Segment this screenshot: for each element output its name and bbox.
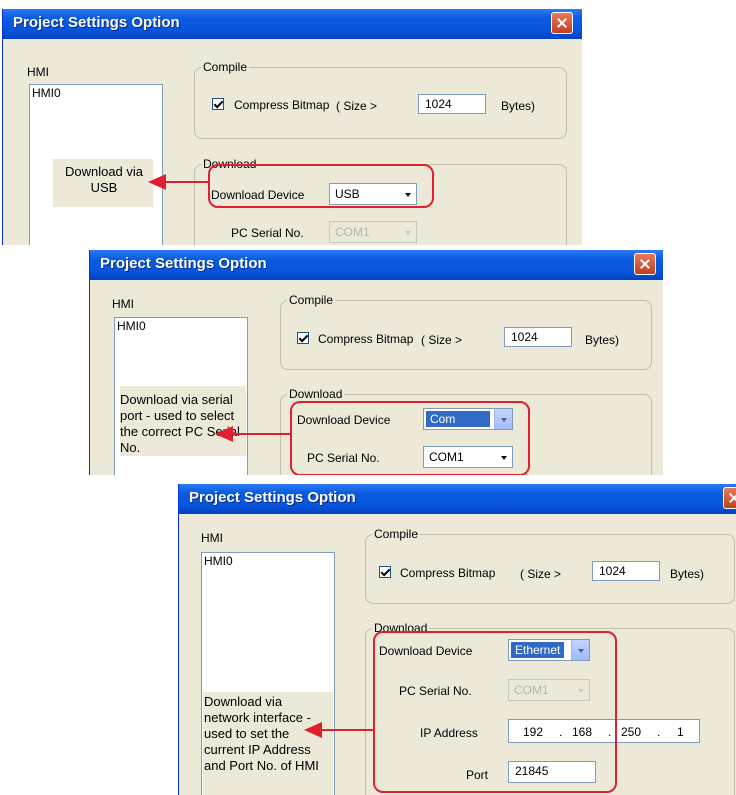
callout-arrows xyxy=(148,174,374,738)
